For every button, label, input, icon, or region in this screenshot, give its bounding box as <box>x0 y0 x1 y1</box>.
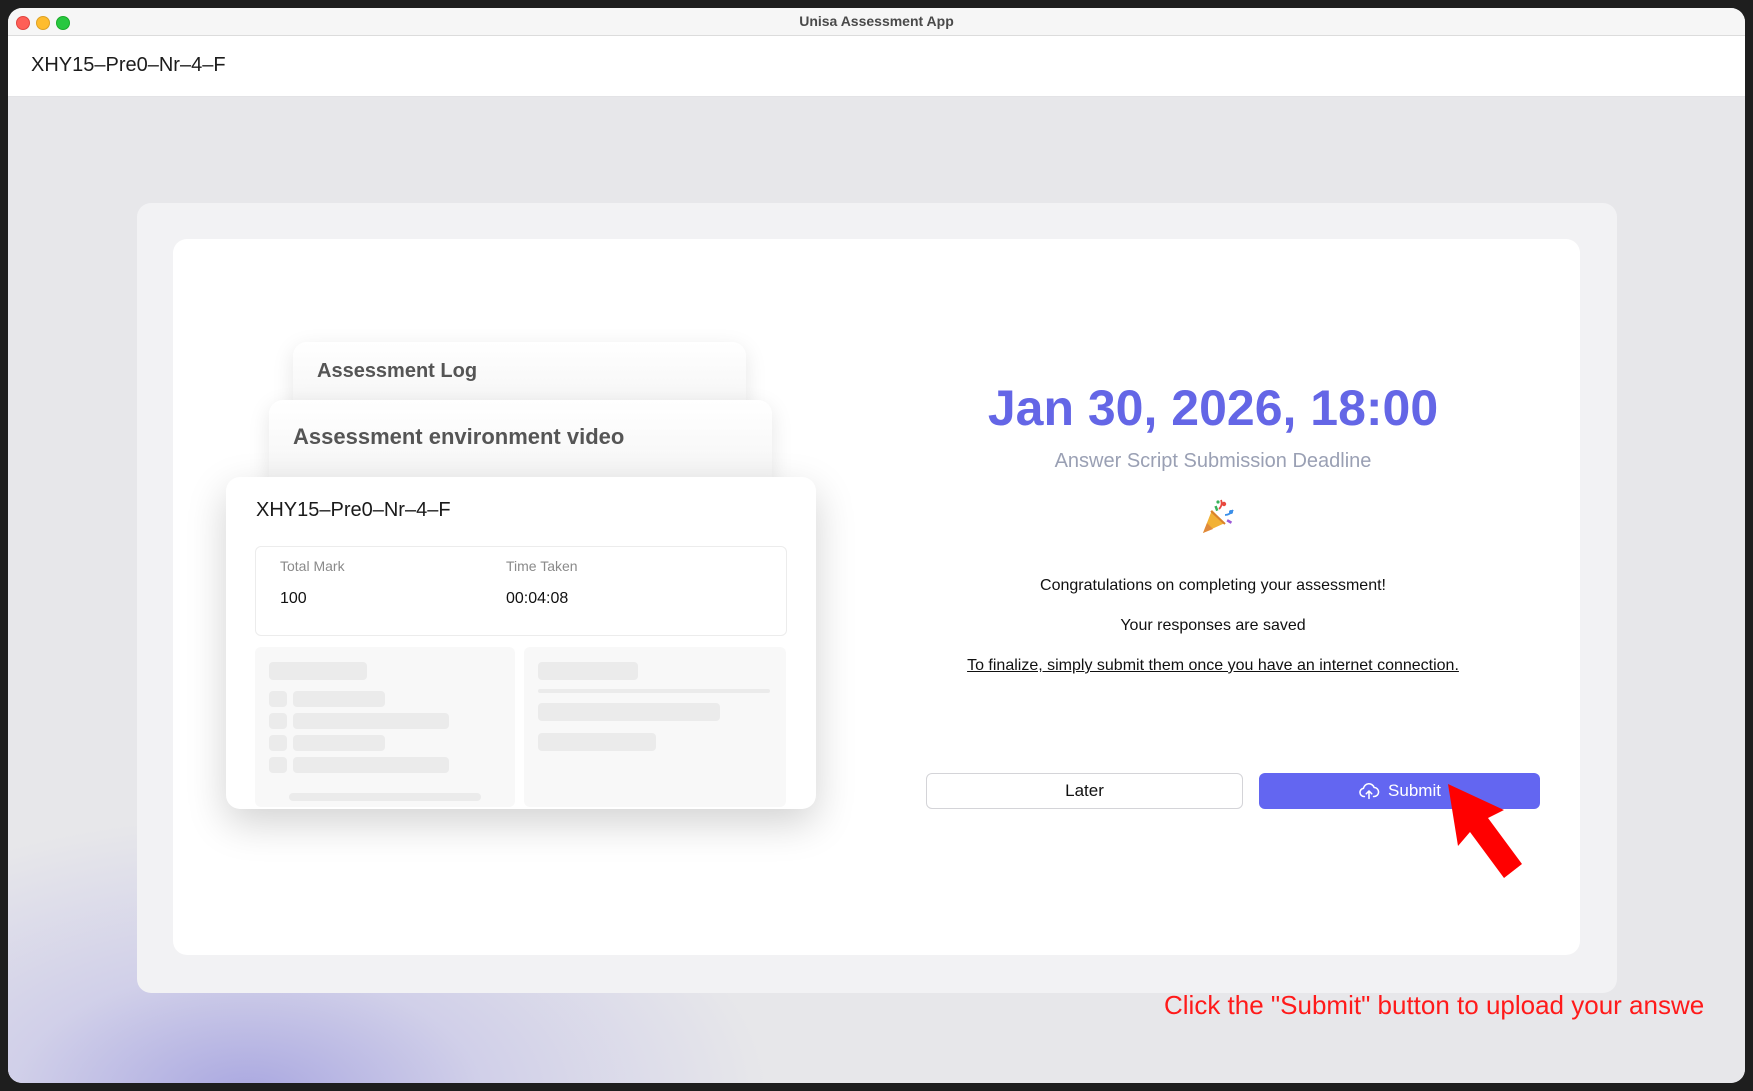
saved-message: Your responses are saved <box>1120 617 1306 634</box>
deadline-date: Jan 30, 2026, 18:00 <box>987 380 1439 436</box>
window-title: Unisa Assessment App <box>799 13 954 29</box>
deadline-label: Answer Script Submission Deadline <box>1054 450 1372 472</box>
total-mark-value: 100 <box>280 590 307 607</box>
placeholder-panel-left <box>255 647 515 807</box>
close-window-button[interactable] <box>16 16 30 30</box>
assessment-video-label: Assessment environment video <box>293 424 625 449</box>
title-bar: Unisa Assessment App <box>8 8 1745 36</box>
party-popper-icon <box>1203 499 1234 533</box>
later-button[interactable]: Later <box>926 773 1243 809</box>
completion-panel: Assessment Log Assessment environment vi… <box>173 239 1580 955</box>
minimize-window-button[interactable] <box>36 16 50 30</box>
summary-stats: Total Mark 100 Time Taken 00:04:08 <box>255 546 787 636</box>
later-button-label: Later <box>1065 781 1104 800</box>
submit-button-label: Submit <box>1388 781 1441 800</box>
finalize-message: To finalize, simply submit them once you… <box>967 657 1459 674</box>
content-area: Assessment Log Assessment environment vi… <box>8 97 1745 1083</box>
zoom-window-button[interactable] <box>56 16 70 30</box>
placeholder-panel-right <box>524 647 786 807</box>
header-assessment-code: XHY15–Pre0–Nr–4–F <box>31 54 226 76</box>
red-arrow-icon <box>1448 784 1522 878</box>
submit-hint-annotation: Click the "Submit" button to upload your… <box>1164 990 1705 1020</box>
outer-panel: Assessment Log Assessment environment vi… <box>137 203 1617 993</box>
total-mark-label: Total Mark <box>280 558 345 574</box>
assessment-summary-card: XHY15–Pre0–Nr–4–F Total Mark 100 Time Ta… <box>226 477 816 809</box>
time-taken-label: Time Taken <box>506 558 578 574</box>
app-window: Unisa Assessment App XHY15–Pre0–Nr–4–F A… <box>8 8 1745 1083</box>
app-header: XHY15–Pre0–Nr–4–F <box>8 36 1745 97</box>
summary-assessment-code: XHY15–Pre0–Nr–4–F <box>256 499 451 521</box>
congrats-message: Congratulations on completing your asses… <box>1040 577 1386 594</box>
cloud-upload-icon <box>1359 782 1380 800</box>
time-taken-value: 00:04:08 <box>506 590 569 607</box>
assessment-log-label: Assessment Log <box>317 360 478 382</box>
